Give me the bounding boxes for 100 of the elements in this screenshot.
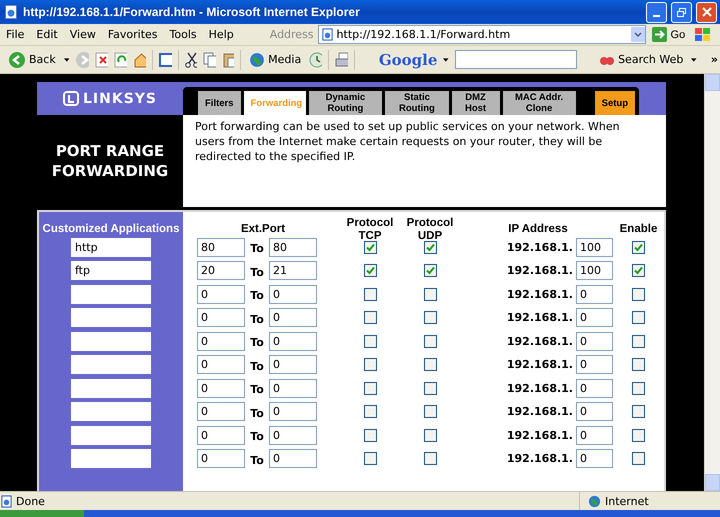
checkbox[interactable] bbox=[632, 382, 645, 395]
port-from-field[interactable]: 0 bbox=[197, 284, 245, 304]
tab[interactable]: Filters bbox=[198, 91, 241, 115]
checkbox[interactable] bbox=[364, 264, 376, 278]
port-from-field[interactable]: 0 bbox=[197, 308, 245, 328]
checkbox[interactable] bbox=[632, 358, 645, 372]
stop-icon[interactable] bbox=[95, 52, 108, 68]
checkbox[interactable] bbox=[424, 428, 436, 442]
port-from-field[interactable]: 0 bbox=[197, 378, 245, 398]
ip-field[interactable]: 0 bbox=[576, 308, 613, 328]
scrollbar[interactable] bbox=[704, 74, 720, 491]
ip-field[interactable]: 0 bbox=[576, 426, 613, 445]
menu-item[interactable]: Edit bbox=[30, 28, 64, 41]
application-field[interactable] bbox=[71, 378, 151, 398]
application-field[interactable] bbox=[71, 355, 151, 374]
search-web-button[interactable]: Search Web bbox=[597, 52, 686, 68]
copy-icon[interactable] bbox=[203, 52, 216, 68]
checkbox[interactable] bbox=[364, 358, 376, 372]
search-field[interactable] bbox=[454, 50, 578, 69]
checkbox[interactable] bbox=[424, 240, 436, 254]
checkbox[interactable] bbox=[632, 311, 645, 324]
media-button[interactable]: Media bbox=[247, 52, 304, 68]
checkbox[interactable] bbox=[632, 264, 645, 278]
checkbox[interactable] bbox=[424, 264, 436, 278]
tab[interactable]: Static Routing bbox=[385, 91, 449, 115]
print-icon[interactable] bbox=[334, 52, 348, 68]
go-button[interactable]: Go bbox=[646, 27, 692, 42]
application-field[interactable] bbox=[71, 284, 151, 304]
port-from-field[interactable]: 20 bbox=[197, 261, 245, 280]
port-from-field[interactable]: 0 bbox=[197, 332, 245, 351]
checkbox[interactable] bbox=[364, 288, 376, 301]
checkbox[interactable] bbox=[364, 334, 376, 348]
port-to-field[interactable]: 0 bbox=[269, 332, 317, 351]
checkbox[interactable] bbox=[632, 405, 645, 418]
ip-field[interactable]: 0 bbox=[576, 402, 613, 422]
application-field[interactable] bbox=[71, 308, 151, 328]
checkbox[interactable] bbox=[364, 311, 376, 324]
port-from-field[interactable]: 0 bbox=[197, 402, 245, 422]
tab[interactable]: MAC Addr. Clone bbox=[502, 91, 576, 115]
port-to-field[interactable]: 80 bbox=[269, 238, 317, 257]
checkbox[interactable] bbox=[424, 405, 436, 418]
port-from-field[interactable]: 0 bbox=[197, 426, 245, 445]
menu-item[interactable]: Tools bbox=[164, 28, 203, 41]
tab[interactable]: Dynamic Routing bbox=[308, 91, 382, 115]
menu-item[interactable]: Favorites bbox=[102, 28, 164, 41]
checkbox[interactable] bbox=[424, 334, 436, 348]
ip-field[interactable]: 100 bbox=[576, 261, 613, 280]
menu-item[interactable]: View bbox=[64, 28, 102, 41]
minimize-button[interactable] bbox=[646, 2, 667, 22]
port-to-field[interactable]: 0 bbox=[269, 284, 317, 304]
port-from-field[interactable]: 0 bbox=[197, 449, 245, 468]
cut-icon[interactable] bbox=[184, 52, 198, 68]
close-button[interactable] bbox=[696, 2, 717, 22]
ip-field[interactable]: 0 bbox=[576, 378, 613, 398]
checkbox[interactable] bbox=[424, 452, 436, 466]
history-icon[interactable] bbox=[309, 52, 322, 68]
checkbox[interactable] bbox=[632, 288, 645, 301]
paste-icon[interactable] bbox=[222, 52, 234, 68]
checkbox[interactable] bbox=[364, 382, 376, 395]
port-to-field[interactable]: 21 bbox=[269, 261, 317, 280]
checkbox[interactable] bbox=[424, 311, 436, 324]
port-to-field[interactable]: 0 bbox=[269, 355, 317, 374]
port-to-field[interactable]: 0 bbox=[269, 308, 317, 328]
checkbox[interactable] bbox=[364, 452, 376, 466]
back-button[interactable]: Back bbox=[6, 50, 58, 68]
restore-button[interactable] bbox=[671, 2, 692, 22]
checkbox[interactable] bbox=[364, 428, 376, 442]
checkbox[interactable] bbox=[632, 334, 645, 348]
checkbox[interactable] bbox=[632, 452, 645, 466]
refresh-icon[interactable] bbox=[114, 52, 127, 68]
checkbox[interactable] bbox=[632, 428, 645, 442]
checkbox[interactable] bbox=[424, 382, 436, 395]
tab[interactable]: DMZ Host bbox=[452, 91, 500, 115]
menu-item[interactable]: File bbox=[0, 28, 30, 41]
window-icon[interactable] bbox=[158, 52, 172, 68]
application-field[interactable]: ftp bbox=[71, 261, 151, 280]
home-icon[interactable] bbox=[132, 52, 146, 68]
checkbox[interactable] bbox=[364, 240, 376, 254]
ip-field[interactable]: 0 bbox=[576, 332, 613, 351]
port-to-field[interactable]: 0 bbox=[269, 378, 317, 398]
address-field[interactable]: http://192.168.1.1/Forward.htm bbox=[318, 25, 646, 44]
ip-field[interactable]: 100 bbox=[576, 238, 613, 257]
checkbox[interactable] bbox=[424, 358, 436, 372]
port-to-field[interactable]: 0 bbox=[269, 402, 317, 422]
application-field[interactable] bbox=[71, 426, 151, 445]
more-button[interactable]: » bbox=[708, 53, 720, 66]
application-field[interactable] bbox=[71, 332, 151, 351]
checkbox[interactable] bbox=[424, 288, 436, 301]
ip-field[interactable]: 0 bbox=[576, 355, 613, 374]
port-to-field[interactable]: 0 bbox=[269, 426, 317, 445]
application-field[interactable] bbox=[71, 402, 151, 422]
application-field[interactable] bbox=[71, 449, 151, 468]
application-field[interactable]: http bbox=[71, 238, 151, 257]
port-to-field[interactable]: 0 bbox=[269, 449, 317, 468]
checkbox[interactable] bbox=[364, 405, 376, 418]
menu-item[interactable]: Help bbox=[202, 28, 240, 41]
port-from-field[interactable]: 0 bbox=[197, 355, 245, 374]
checkbox[interactable] bbox=[632, 240, 645, 254]
port-from-field[interactable]: 80 bbox=[197, 238, 245, 257]
tab[interactable]: Setup bbox=[594, 91, 635, 115]
